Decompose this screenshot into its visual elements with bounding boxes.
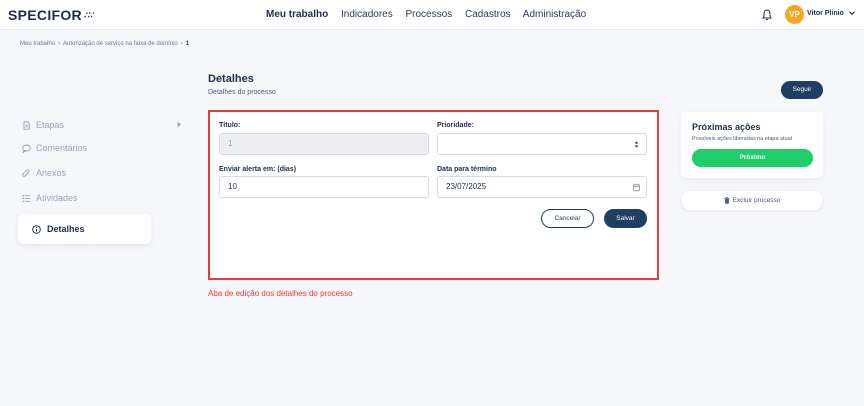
sidebar-item-comentarios[interactable]: Comentários [22, 141, 87, 155]
comment-icon [22, 144, 31, 153]
title-field: 1 [219, 133, 429, 155]
breadcrumb-item-processo[interactable]: Autorização de serviço na faixa de domín… [63, 41, 178, 47]
file-icon [23, 120, 30, 130]
main-nav: Meu trabalho Indicadores Processos Cadas… [266, 9, 596, 20]
due-date-label: Data para término [437, 166, 497, 173]
next-actions-title: Próximas ações [692, 122, 761, 132]
sidebar-item-anexos[interactable]: Anexos [22, 166, 66, 180]
sidebar-item-atividades[interactable]: Atividades [22, 191, 78, 205]
select-arrows-icon [634, 141, 639, 148]
due-date-value: 23/07/2025 [446, 182, 487, 191]
caret-right-icon[interactable] [176, 121, 182, 128]
sidebar-item-label: Comentários [36, 143, 88, 153]
breadcrumb-item-meu-trabalho[interactable]: Meu trabalho [20, 41, 55, 47]
page-subtitle: Detalhes do processo [208, 89, 276, 96]
sidebar-item-etapas[interactable]: Etapas [22, 118, 64, 132]
breadcrumb-separator-icon: › [58, 41, 61, 47]
breadcrumb-separator-icon: › [180, 41, 183, 47]
breadcrumb: Meu trabalho › Autorização de serviço na f… [20, 41, 189, 47]
alert-days-label: Enviar alerta em: (dias) [219, 166, 297, 173]
nav-item-cadastros[interactable]: Cadastros [465, 9, 511, 20]
bell-icon[interactable] [762, 9, 772, 21]
top-bar: SPECIFOR ∴∵ Meu trabalho Indicadores Proc… [0, 0, 864, 30]
delete-process-button[interactable]: Excluir processo [681, 191, 823, 210]
nav-item-processos[interactable]: Processos [406, 9, 453, 20]
breadcrumb-item-current: 1 [185, 41, 190, 47]
nav-item-meu-trabalho[interactable]: Meu trabalho [266, 9, 328, 20]
logo-dots-icon: ∴∵ [83, 10, 95, 20]
next-button[interactable]: Próximo [692, 149, 813, 167]
due-date-field[interactable]: 23/07/2025 [437, 176, 647, 198]
annotation-text: Aba de edição dos detalhes do processo [208, 289, 353, 298]
sidebar-item-label: Atividades [36, 193, 78, 203]
sidebar-item-label: Anexos [36, 168, 67, 178]
paperclip-icon [22, 168, 30, 177]
logo[interactable]: SPECIFOR ∴∵ [8, 7, 95, 23]
next-actions-subtitle: Possíveis ações liberadas na etapa atual [692, 136, 792, 142]
list-icon [22, 194, 31, 202]
page-title: Detalhes [208, 73, 254, 85]
nav-item-indicadores[interactable]: Indicadores [341, 9, 393, 20]
logo-text: SPECIFOR [8, 7, 82, 23]
delete-process-label: Excluir processo [732, 197, 781, 204]
user-name[interactable]: Vitor Plinio [807, 10, 844, 17]
priority-select[interactable] [437, 133, 647, 155]
trash-icon [723, 197, 730, 204]
chevron-down-icon[interactable] [848, 9, 856, 17]
nav-item-administracao[interactable]: Administração [523, 9, 586, 20]
calendar-icon[interactable] [633, 183, 640, 192]
cancel-button[interactable]: Cancelar [541, 209, 594, 228]
save-button[interactable]: Salvar [604, 209, 647, 228]
sidebar-item-label: Etapas [36, 120, 65, 130]
avatar[interactable]: VP [785, 5, 804, 24]
priority-label: Prioridade: [437, 122, 474, 129]
sidebar-item-label: Detalhes [47, 224, 85, 234]
title-label: Título: [219, 122, 241, 129]
info-icon [32, 224, 41, 234]
follow-button[interactable]: Seguir [781, 81, 823, 99]
sidebar-item-detalhes[interactable]: Detalhes [18, 214, 151, 244]
alert-days-field[interactable]: 10 [219, 176, 429, 198]
